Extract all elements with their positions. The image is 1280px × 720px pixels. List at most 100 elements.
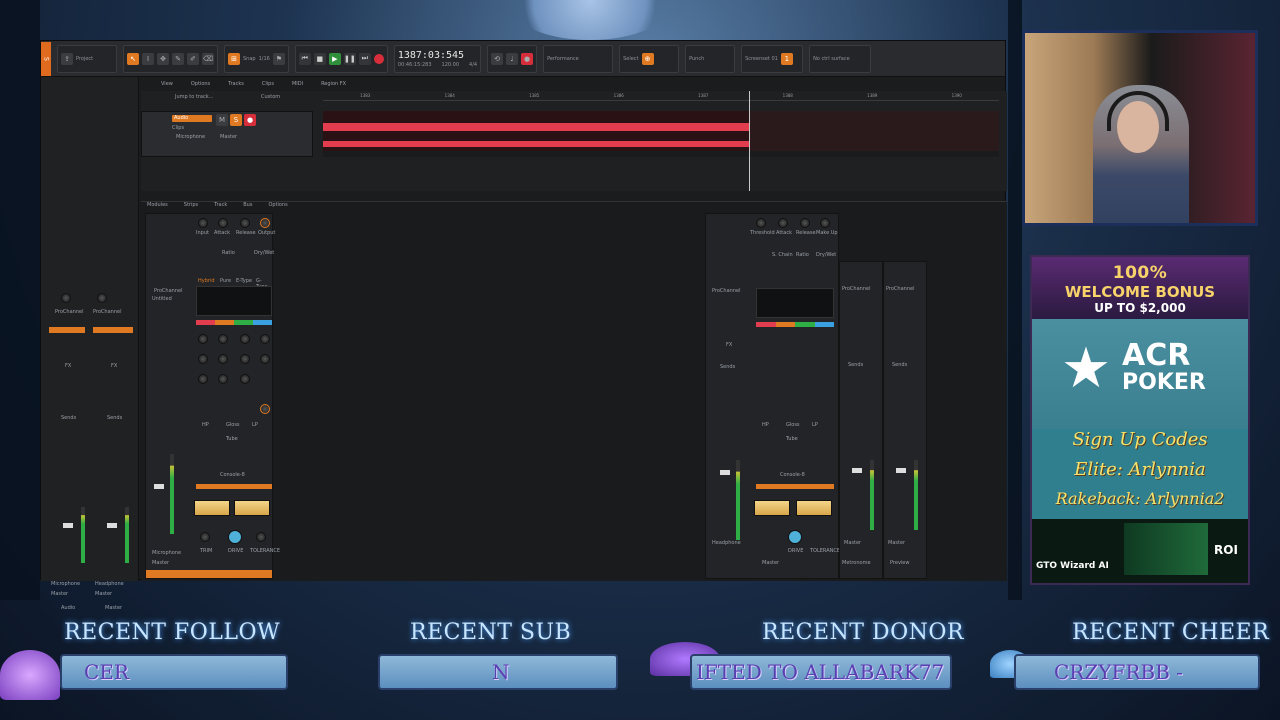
draw-tool-button[interactable]: ✐ bbox=[187, 52, 199, 65]
stop-button[interactable]: ■ bbox=[313, 52, 326, 65]
hybrid-label[interactable]: Hybrid bbox=[198, 278, 215, 284]
eq-knob[interactable] bbox=[218, 354, 228, 364]
pure-label[interactable]: Pure bbox=[220, 278, 231, 284]
schain-label[interactable]: S. Chain bbox=[772, 252, 793, 258]
pause-button[interactable]: ❚❚ bbox=[343, 52, 356, 65]
comp-output-knob[interactable] bbox=[260, 218, 270, 228]
strip-fader[interactable] bbox=[154, 484, 164, 489]
now-time-cursor[interactable] bbox=[749, 91, 750, 191]
eq-knob[interactable] bbox=[260, 354, 270, 364]
move-tool-button[interactable]: ✥ bbox=[157, 52, 169, 65]
strip-fader[interactable] bbox=[720, 470, 730, 475]
fader-left-2[interactable] bbox=[107, 523, 117, 528]
fx-bar-2[interactable] bbox=[93, 327, 133, 333]
strip-input[interactable]: Microphone bbox=[152, 550, 181, 556]
headphone-label-left[interactable]: Headphone bbox=[95, 581, 124, 587]
smart-tool-button[interactable]: ↖ bbox=[127, 52, 139, 65]
input-label-left[interactable]: Microphone bbox=[51, 581, 80, 587]
makeup-knob[interactable] bbox=[820, 218, 830, 228]
forward-button[interactable]: ⏭ bbox=[358, 52, 371, 65]
hp-label[interactable]: HP bbox=[762, 422, 769, 428]
eq-knob[interactable] bbox=[198, 334, 208, 344]
strip-output[interactable]: Master bbox=[888, 540, 905, 546]
menu-midi[interactable]: MIDI bbox=[292, 81, 303, 87]
trim-knob[interactable] bbox=[200, 532, 210, 542]
strip-output[interactable]: Master bbox=[152, 560, 169, 566]
metronome-icon[interactable]: ♩ bbox=[506, 52, 519, 65]
console-menu-strips[interactable]: Strips bbox=[184, 202, 198, 210]
strip-fader[interactable] bbox=[896, 468, 906, 473]
gloss-label[interactable]: Gloss bbox=[226, 422, 240, 428]
strip-output[interactable]: Headphone bbox=[712, 540, 741, 546]
track-name[interactable]: Audio bbox=[172, 115, 212, 122]
edit-tool-button[interactable]: ✎ bbox=[172, 52, 184, 65]
erase-tool-button[interactable]: ⌫ bbox=[202, 52, 214, 65]
select-lock-icon[interactable]: ⊕ bbox=[641, 52, 654, 65]
custom-label[interactable]: Custom bbox=[261, 94, 280, 100]
menu-view[interactable]: View bbox=[161, 81, 173, 87]
eq-knob[interactable] bbox=[260, 404, 270, 414]
markers-icon[interactable]: ⚑ bbox=[272, 52, 285, 65]
attack-knob[interactable] bbox=[778, 218, 788, 228]
console-menu-track[interactable]: Track bbox=[214, 202, 227, 210]
console-menu-options[interactable]: Options bbox=[268, 202, 287, 210]
tolerance-knob[interactable] bbox=[256, 532, 266, 542]
menu-options[interactable]: Options bbox=[191, 81, 210, 87]
mute-button[interactable]: M bbox=[216, 114, 228, 126]
menu-region-fx[interactable]: Region FX bbox=[321, 81, 346, 87]
screenset-label[interactable]: Screenset 01 bbox=[745, 56, 778, 62]
clip-area[interactable] bbox=[323, 111, 999, 157]
menu-clips[interactable]: Clips bbox=[262, 81, 274, 87]
timecode-display[interactable]: 1387:03:545 bbox=[398, 50, 464, 61]
track-input[interactable]: Microphone bbox=[176, 134, 205, 140]
eq-curve-display[interactable] bbox=[196, 286, 272, 316]
eq-knob[interactable] bbox=[240, 334, 250, 344]
hp-label[interactable]: HP bbox=[202, 422, 209, 428]
threshold-knob[interactable] bbox=[756, 218, 766, 228]
export-icon[interactable]: ⇪ bbox=[61, 52, 73, 65]
rewind-button[interactable]: ⏮ bbox=[298, 52, 311, 65]
snap-toggle[interactable]: ⊞ bbox=[228, 52, 240, 65]
loop-icon[interactable]: ⟲ bbox=[491, 52, 504, 65]
lp-label[interactable]: LP bbox=[252, 422, 258, 428]
eq-knob[interactable] bbox=[198, 354, 208, 364]
record-button[interactable] bbox=[373, 53, 384, 64]
eq-knob[interactable] bbox=[240, 374, 250, 384]
gain-knob-2[interactable] bbox=[97, 293, 107, 303]
ctrl-surface-label[interactable]: No ctrl surface bbox=[813, 56, 850, 62]
eq-curve-display[interactable] bbox=[756, 288, 834, 318]
select-tool-button[interactable]: I bbox=[142, 52, 154, 65]
fader-left-1[interactable] bbox=[63, 523, 73, 528]
timeline-ruler[interactable]: 1383 1384 1385 1386 1387 1388 1389 1390 bbox=[323, 93, 999, 101]
gain-knob-1[interactable] bbox=[61, 293, 71, 303]
strip-output[interactable]: Master bbox=[844, 540, 861, 546]
play-button[interactable]: ▶ bbox=[328, 52, 341, 65]
track-header[interactable]: Audio Clips Microphone Master M S ● bbox=[141, 111, 313, 157]
master-label-left-1[interactable]: Master bbox=[51, 591, 68, 597]
eq-knob[interactable] bbox=[218, 374, 228, 384]
master-label-left-2[interactable]: Master bbox=[95, 591, 112, 597]
console-type-buttons[interactable] bbox=[756, 484, 834, 489]
eq-knob[interactable] bbox=[198, 374, 208, 384]
release-knob[interactable] bbox=[800, 218, 810, 228]
comp-input-knob[interactable] bbox=[198, 218, 208, 228]
screenset-1-button[interactable]: 1 bbox=[780, 52, 793, 65]
audio-clip-waveform[interactable] bbox=[323, 111, 749, 151]
gloss-label[interactable]: Gloss bbox=[786, 422, 800, 428]
record-mode-icon[interactable]: ● bbox=[521, 52, 534, 65]
strip-fader[interactable] bbox=[852, 468, 862, 473]
record-arm-button[interactable]: ● bbox=[244, 114, 256, 126]
console-menu-modules[interactable]: Modules bbox=[147, 202, 168, 210]
menu-tracks[interactable]: Tracks bbox=[228, 81, 244, 87]
lp-label[interactable]: LP bbox=[812, 422, 818, 428]
jump-to-track[interactable]: Jump to track... bbox=[175, 94, 213, 100]
fx-bar-1[interactable] bbox=[49, 327, 85, 333]
solo-button[interactable]: S bbox=[230, 114, 242, 126]
drive-knob[interactable] bbox=[228, 530, 242, 544]
strip-name-bar[interactable] bbox=[146, 570, 272, 578]
eq-knob[interactable] bbox=[240, 354, 250, 364]
comp-release-knob[interactable] bbox=[240, 218, 250, 228]
tempo-display[interactable]: 120.00 bbox=[442, 62, 460, 68]
etype-label[interactable]: E-Type bbox=[236, 278, 252, 284]
console-type-buttons[interactable] bbox=[196, 484, 272, 489]
